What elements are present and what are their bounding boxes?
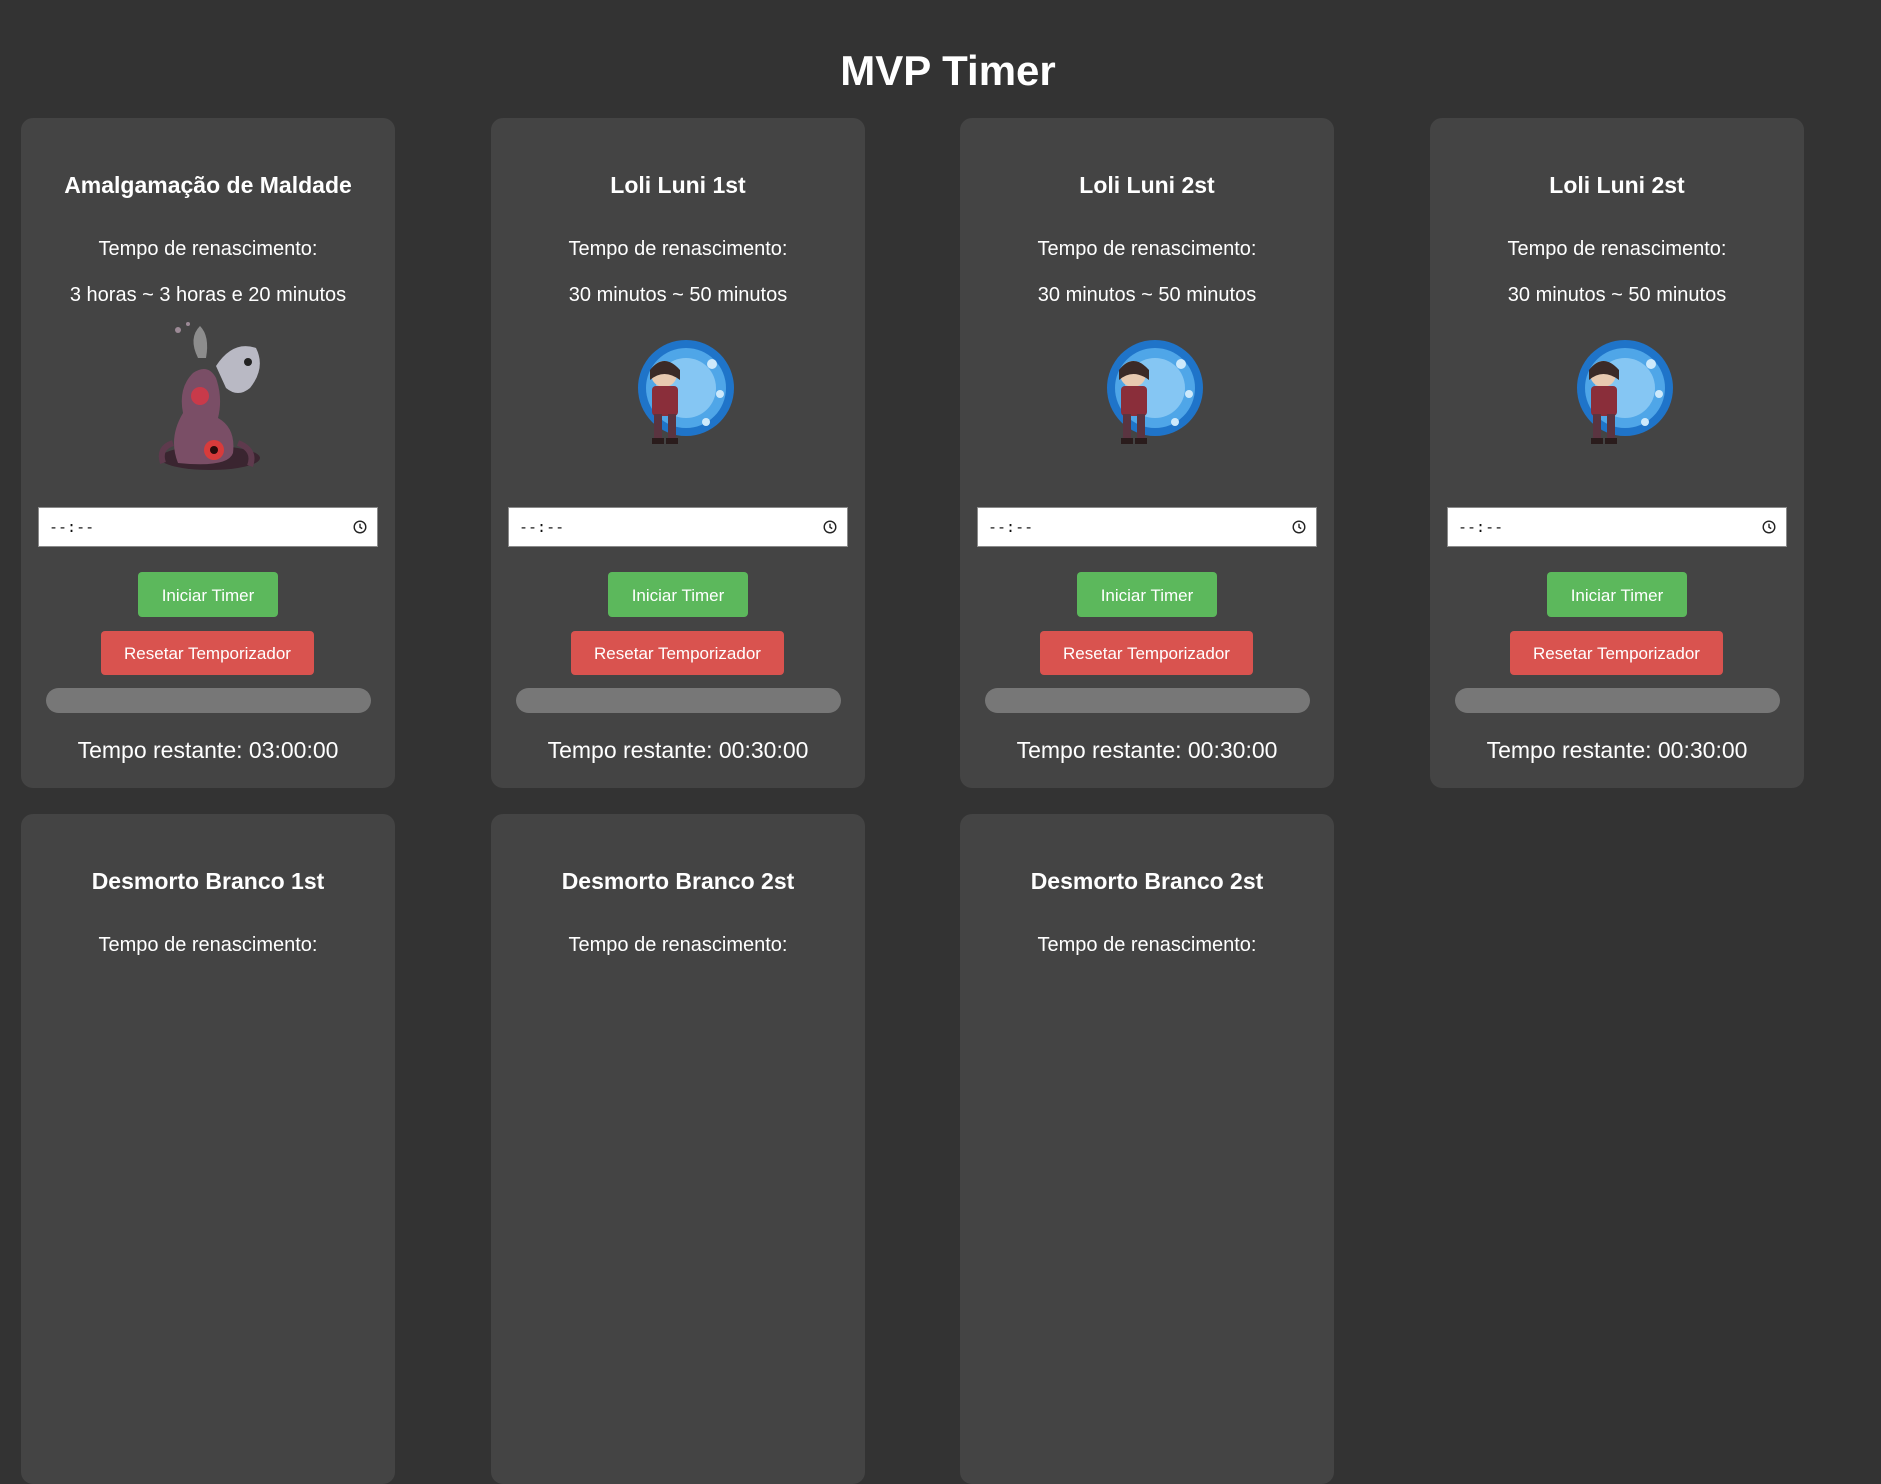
- start-timer-button[interactable]: Iniciar Timer: [138, 572, 278, 617]
- mvp-card: Desmorto Branco 2st Tempo de renasciment…: [960, 814, 1334, 1484]
- mvp-name: Desmorto Branco 2st: [1030, 868, 1264, 894]
- mvp-name: Loli Luni 2st: [1079, 172, 1215, 198]
- respawn-value: 30 minutos ~ 50 minutos: [1507, 284, 1727, 306]
- respawn-value: 30 minutos ~ 50 minutos: [1037, 284, 1257, 306]
- progress-bar: [46, 688, 371, 713]
- mvp-card: Loli Luni 2st Tempo de renascimento: 30 …: [1430, 118, 1804, 788]
- reset-timer-button[interactable]: Resetar Temporizador: [101, 631, 314, 675]
- mvp-name: Desmorto Branco 2st: [561, 868, 795, 894]
- mvp-name: Loli Luni 2st: [1549, 172, 1685, 198]
- respawn-label: Tempo de renascimento:: [568, 238, 788, 260]
- time-input[interactable]: --:--: [977, 507, 1317, 547]
- time-input-value: --:--: [988, 518, 1034, 536]
- time-input[interactable]: --:--: [38, 507, 378, 547]
- respawn-value: 3 horas ~ 3 horas e 20 minutos: [69, 284, 347, 306]
- respawn-label: Tempo de renascimento:: [98, 934, 318, 956]
- progress-bar: [985, 688, 1310, 713]
- start-timer-button[interactable]: Iniciar Timer: [1547, 572, 1687, 617]
- reset-timer-button[interactable]: Resetar Temporizador: [1040, 631, 1253, 675]
- mvp-card: Loli Luni 1st Tempo de renascimento: 30 …: [491, 118, 865, 788]
- mvp-name: Desmorto Branco 1st: [91, 868, 325, 894]
- reset-timer-button[interactable]: Resetar Temporizador: [571, 631, 784, 675]
- time-remaining: Tempo restante: 00:30:00: [547, 737, 809, 763]
- time-remaining: Tempo restante: 00:30:00: [1016, 737, 1278, 763]
- clock-icon[interactable]: [823, 520, 837, 534]
- start-timer-button[interactable]: Iniciar Timer: [608, 572, 748, 617]
- reset-timer-button[interactable]: Resetar Temporizador: [1510, 631, 1723, 675]
- mvp-card: Desmorto Branco 2st Tempo de renasciment…: [491, 814, 865, 1484]
- mvp-name: Loli Luni 1st: [610, 172, 746, 198]
- clock-icon[interactable]: [1292, 520, 1306, 534]
- respawn-label: Tempo de renascimento:: [1037, 934, 1257, 956]
- clock-icon[interactable]: [353, 520, 367, 534]
- respawn-value: 30 minutos ~ 50 minutos: [568, 284, 788, 306]
- start-timer-button[interactable]: Iniciar Timer: [1077, 572, 1217, 617]
- respawn-label: Tempo de renascimento:: [98, 238, 318, 260]
- respawn-label: Tempo de renascimento:: [1507, 238, 1727, 260]
- progress-bar: [1455, 688, 1780, 713]
- loli-luni-sprite: [1107, 340, 1203, 444]
- time-remaining: Tempo restante: 00:30:00: [1486, 737, 1748, 763]
- time-input[interactable]: --:--: [508, 507, 848, 547]
- progress-bar: [516, 688, 841, 713]
- time-input-value: --:--: [49, 518, 95, 536]
- mvp-name: Amalgamação de Maldade: [64, 172, 352, 198]
- page-title: MVP Timer: [840, 47, 1056, 94]
- time-input[interactable]: --:--: [1447, 507, 1787, 547]
- respawn-label: Tempo de renascimento:: [568, 934, 788, 956]
- loli-luni-sprite: [638, 340, 734, 444]
- mvp-card: Loli Luni 2st Tempo de renascimento: 30 …: [960, 118, 1334, 788]
- mvp-card: Amalgamação de Maldade Tempo de renascim…: [21, 118, 395, 788]
- clock-icon[interactable]: [1762, 520, 1776, 534]
- time-input-value: --:--: [1458, 518, 1504, 536]
- time-input-value: --:--: [519, 518, 565, 536]
- respawn-label: Tempo de renascimento:: [1037, 238, 1257, 260]
- amalgamation-sprite: [158, 322, 260, 470]
- mvp-card: Desmorto Branco 1st Tempo de renasciment…: [21, 814, 395, 1484]
- time-remaining: Tempo restante: 03:00:00: [77, 737, 339, 763]
- loli-luni-sprite: [1577, 340, 1673, 444]
